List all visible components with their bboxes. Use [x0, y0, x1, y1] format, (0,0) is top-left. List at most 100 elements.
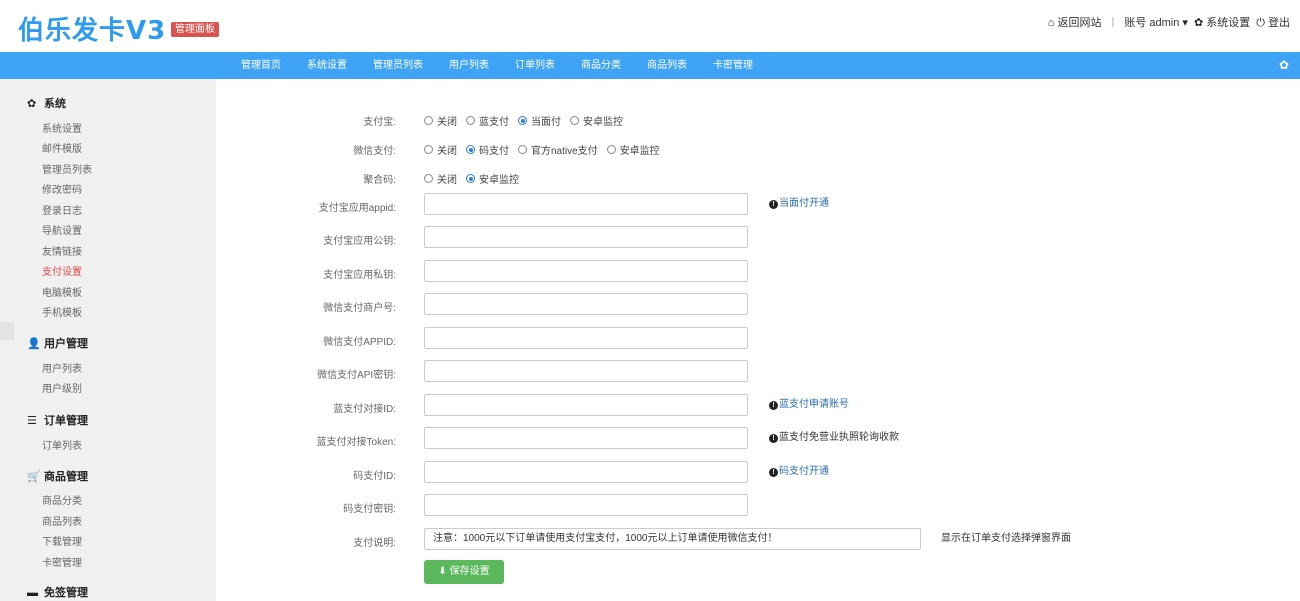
wechat-radio-codepay[interactable]: 码支付	[466, 142, 509, 157]
codepay-key-input[interactable]	[424, 494, 748, 516]
sidebar-group-products[interactable]: 🛒 商品管理	[27, 468, 88, 484]
radio-dot	[424, 174, 433, 183]
sidebar-item-login-log[interactable]: 登录日志	[42, 202, 82, 217]
lan-token-input[interactable]	[424, 427, 748, 449]
juhe-radio-off[interactable]: 关闭	[424, 171, 457, 186]
field-label-wechat-mchid: 微信支付商户号:	[323, 303, 396, 314]
alipay-pubkey-input[interactable]	[424, 226, 748, 248]
alipay-label: 支付宝:	[363, 117, 396, 128]
nav-admin-home[interactable]: 管理首页	[241, 52, 281, 79]
sidebar-item-mail-template[interactable]: 邮件模版	[42, 140, 82, 155]
payment-settings-form: 支付宝: 关闭 蓝支付 当面付 安卓监控 微信支付: 关闭 码支付 官方nati…	[216, 79, 1300, 601]
field-label-alipay-appid: 支付宝应用appid:	[318, 203, 396, 214]
user-icon: 👤	[27, 338, 41, 350]
wechat-apikey-input[interactable]	[424, 360, 748, 382]
radio-dot	[518, 145, 527, 154]
sidebar-item-user-list[interactable]: 用户列表	[42, 360, 82, 375]
home-link[interactable]: ⌂ 返回网站	[1048, 14, 1102, 30]
site-logo[interactable]: 伯乐发卡V3	[18, 10, 166, 47]
codepay-id-input[interactable]	[424, 461, 748, 483]
nav-system-settings[interactable]: 系统设置	[307, 52, 347, 79]
wechat-radio-native[interactable]: 官方native支付	[518, 142, 598, 157]
sidebar-item-mobile-template[interactable]: 手机模板	[42, 304, 82, 319]
nav-admin-list[interactable]: 管理员列表	[373, 52, 423, 79]
alipay-radio-off[interactable]: 关闭	[424, 113, 457, 128]
lan-token-hint: ! 蓝支付免营业执照轮询收款	[769, 428, 899, 443]
alipay-privkey-input[interactable]	[424, 260, 748, 282]
wechat-radio-android[interactable]: 安卓监控	[606, 142, 660, 157]
lan-id-input[interactable]	[424, 394, 748, 416]
radio-dot	[570, 116, 579, 125]
codepay-open-link[interactable]: ! 码支付开通	[769, 462, 829, 477]
sidebar-item-category[interactable]: 商品分类	[42, 492, 82, 507]
juhe-label: 聚合码:	[363, 175, 396, 186]
sidebar-item-payment-settings[interactable]: 支付设置	[42, 263, 82, 278]
gear-icon: ✿	[27, 98, 37, 110]
logout-link[interactable]: ⏻ 登出	[1256, 14, 1290, 30]
wechat-radio-off[interactable]: 关闭	[424, 142, 457, 157]
sidebar-item-friend-links[interactable]: 友情链接	[42, 243, 82, 258]
sidebar-item-product-list[interactable]: 商品列表	[42, 513, 82, 528]
cart-icon: 🛒	[27, 471, 41, 483]
sidebar-toggle[interactable]	[0, 322, 14, 340]
sidebar-item-system-settings[interactable]: 系统设置	[42, 120, 82, 135]
info-icon: !	[769, 401, 778, 410]
nav-order-list[interactable]: 订单列表	[515, 52, 555, 79]
radio-dot	[424, 116, 433, 125]
power-icon: ⏻	[1256, 17, 1265, 29]
sidebar-item-download[interactable]: 下载管理	[42, 533, 82, 548]
radio-dot	[606, 145, 616, 154]
wechat-appid-input[interactable]	[424, 327, 748, 349]
wechat-radio-group: 关闭 码支付 官方native支付 安卓监控	[424, 142, 669, 157]
juhe-radio-android[interactable]: 安卓监控	[466, 171, 519, 186]
list-icon: ☰	[27, 415, 37, 427]
field-label-lan-id: 蓝支付对接ID:	[333, 404, 396, 415]
admin-badge: 管理面板	[171, 22, 219, 37]
separator: |	[1111, 16, 1115, 28]
save-settings-button[interactable]: ⬇ 保存设置	[424, 560, 504, 584]
nav-card-manage[interactable]: 卡密管理	[713, 52, 753, 79]
sidebar-group-nosign[interactable]: ▬ 免签管理	[27, 584, 88, 600]
f2f-open-link[interactable]: ! 当面付开通	[769, 194, 829, 209]
field-label-alipay-pubkey: 支付宝应用公钥:	[323, 236, 396, 247]
nav-user-list[interactable]: 用户列表	[449, 52, 489, 79]
top-header: 伯乐发卡V3 管理面板 ⌂ 返回网站 | 账号 admin ▾ ✿ 系统设置 ⏻…	[0, 0, 1300, 52]
download-icon: ⬇	[438, 566, 447, 577]
nav-product-list[interactable]: 商品列表	[647, 52, 687, 79]
alipay-radio-lan[interactable]: 蓝支付	[466, 113, 509, 128]
sidebar-item-order-list[interactable]: 订单列表	[42, 437, 82, 452]
sidebar: ✿ 系统 系统设置 邮件模版 管理员列表 修改密码 登录日志 导航设置 友情链接 …	[0, 79, 216, 601]
sidebar-item-user-level[interactable]: 用户级别	[42, 380, 82, 395]
pay-description-input[interactable]: 注意：1000元以下订单请使用支付宝支付，1000元以上订单请使用微信支付！	[424, 528, 921, 550]
sidebar-item-admin-list[interactable]: 管理员列表	[42, 161, 92, 176]
field-label-pay-description: 支付说明:	[353, 538, 396, 549]
alipay-radio-f2f[interactable]: 当面付	[518, 113, 561, 128]
top-right-links: ⌂ 返回网站 | 账号 admin ▾ ✿ 系统设置 ⏻ 登出	[1048, 14, 1290, 30]
sidebar-group-orders[interactable]: ☰ 订单管理	[27, 412, 88, 428]
settings-link[interactable]: ✿ 系统设置	[1194, 14, 1250, 30]
sidebar-item-pc-template[interactable]: 电脑模板	[42, 284, 82, 299]
sidebar-item-card-manage[interactable]: 卡密管理	[42, 554, 82, 569]
card-icon: ▬	[27, 587, 38, 599]
alipay-radio-android[interactable]: 安卓监控	[570, 113, 623, 128]
field-label-wechat-appid: 微信支付APPID:	[323, 337, 396, 348]
gear-icon[interactable]: ✿	[1279, 58, 1289, 72]
radio-dot	[518, 116, 527, 125]
alipay-radio-group: 关闭 蓝支付 当面付 安卓监控	[424, 113, 632, 128]
caret-down-icon: ▾	[1182, 17, 1188, 29]
juhe-radio-group: 关闭 安卓监控	[424, 171, 528, 186]
radio-dot	[466, 174, 475, 183]
wechat-mchid-input[interactable]	[424, 293, 748, 315]
sidebar-group-users[interactable]: 👤 用户管理	[27, 335, 88, 351]
account-dropdown[interactable]: 账号 admin ▾	[1124, 14, 1188, 30]
alipay-appid-input[interactable]	[424, 193, 748, 215]
radio-dot	[466, 116, 475, 125]
info-icon: !	[769, 434, 778, 443]
field-label-wechat-apikey: 微信支付API密钥:	[317, 370, 396, 381]
sidebar-group-system[interactable]: ✿ 系统	[27, 95, 66, 111]
sidebar-item-change-password[interactable]: 修改密码	[42, 181, 82, 196]
sidebar-item-nav-settings[interactable]: 导航设置	[42, 222, 82, 237]
wechat-label: 微信支付:	[353, 146, 396, 157]
lan-apply-link[interactable]: ! 蓝支付申请账号	[769, 395, 849, 410]
nav-category[interactable]: 商品分类	[581, 52, 621, 79]
